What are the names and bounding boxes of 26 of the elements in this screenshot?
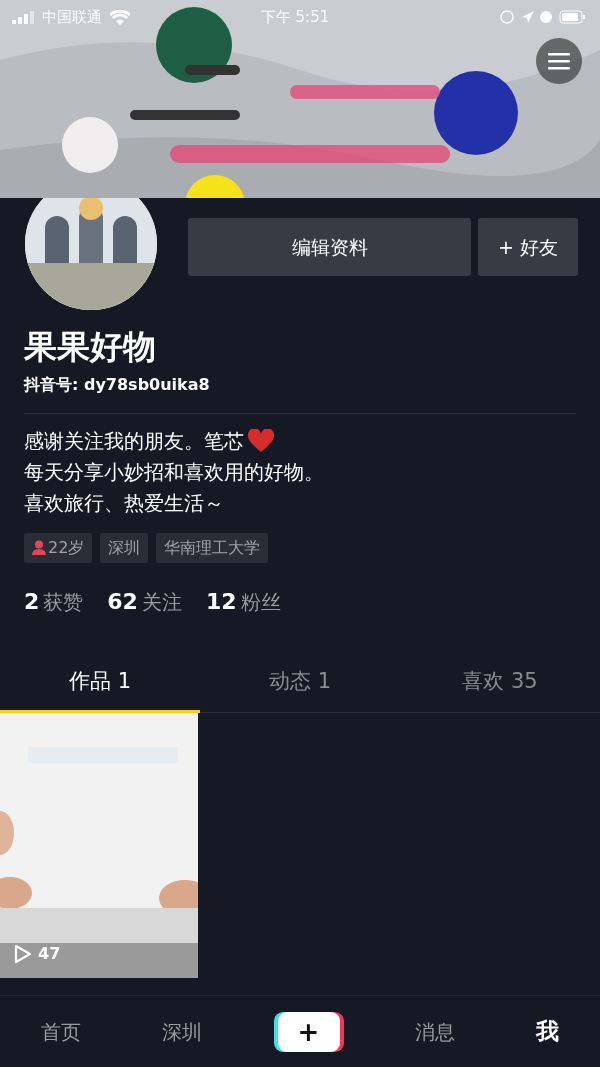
stat-label: 获赞 [43,588,84,616]
stat-count: 12 [205,587,237,616]
nav-tab[interactable]: 消息 [374,1015,496,1048]
profile-name: 果果好物 [24,327,157,367]
tag-text: 22岁 [48,536,85,559]
play-icon [14,944,32,965]
bio-text: 喜欢旅行、热爱生活～ [24,489,224,517]
stat-count: 62 [107,587,138,616]
stat-label: 关注 [141,588,182,616]
edit-profile-button[interactable]: 编辑资料 [188,218,471,276]
tag-text: 华南理工大学 [164,536,261,559]
bio-text: 每天分享小妙招和喜欢用的好物。 [24,458,324,486]
nav-tab[interactable]: 深圳 [121,1015,243,1048]
profile-tab[interactable]: 动态 1 [200,655,400,714]
nav-tab[interactable]: 我 [495,1013,600,1050]
play-count: 47 [38,943,61,966]
heart-icon [248,429,274,454]
add-friend-button[interactable]: + 好友 [478,218,578,276]
stat-count: 2 [24,587,40,616]
profile-tab[interactable]: 喜欢 35 [400,655,600,714]
account-id: 抖音号: dy78sb0uika8 [24,373,211,396]
tag-text: 深圳 [108,536,141,559]
person-icon [32,540,46,556]
nav-tab[interactable]: 首页 [0,1015,122,1048]
stat-label: 粉丝 [240,588,281,616]
bio-text: 感谢关注我的朋友。笔芯 [24,427,244,455]
